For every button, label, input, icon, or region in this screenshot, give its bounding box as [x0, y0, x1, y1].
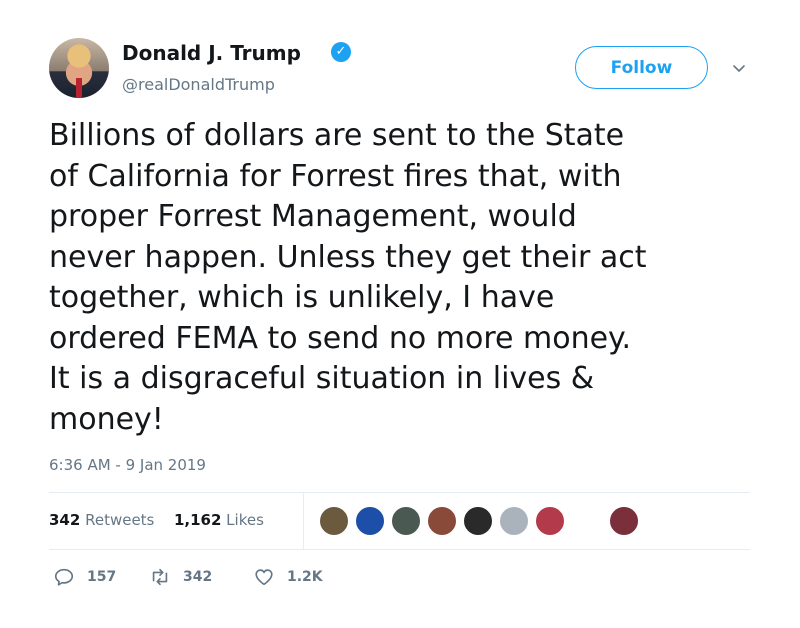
liker-avatar[interactable] — [426, 505, 458, 537]
retweet-icon — [152, 568, 168, 586]
author-avatar[interactable] — [49, 38, 109, 98]
like-action[interactable]: 1.2K — [253, 566, 323, 588]
engagement-stats: 342 Retweets 1,162 Likes — [49, 511, 264, 529]
liker-avatar[interactable] — [462, 505, 494, 537]
divider — [49, 492, 750, 493]
author-handle[interactable]: @realDonaldTrump — [122, 75, 275, 94]
reply-icon — [54, 568, 74, 586]
stats-separator — [303, 492, 304, 549]
verified-badge-icon: ✓ — [331, 42, 351, 62]
chevron-down-icon[interactable] — [731, 60, 747, 76]
reply-action[interactable]: 157 — [53, 566, 116, 588]
heart-icon — [255, 569, 273, 586]
tweet-timestamp[interactable]: 6:36 AM - 9 Jan 2019 — [49, 456, 206, 474]
liker-avatar[interactable] — [318, 505, 350, 537]
retweet-count: 342 — [183, 569, 213, 585]
like-count: 1.2K — [287, 569, 323, 585]
liker-avatar[interactable] — [608, 505, 640, 537]
likes-count[interactable]: 1,162 — [174, 511, 221, 529]
action-bar: 157 342 1.2K — [49, 566, 449, 590]
likes-label[interactable]: Likes — [226, 511, 264, 529]
retweets-label[interactable]: Retweets — [85, 511, 154, 529]
liker-avatar[interactable] — [498, 505, 530, 537]
tweet-card: Donald J. Trump ✓ @realDonaldTrump Follo… — [0, 0, 800, 628]
tweet-text: Billions of dollars are sent to the Stat… — [49, 118, 647, 437]
liker-avatar[interactable] — [354, 505, 386, 537]
liker-avatar[interactable] — [390, 505, 422, 537]
avatar-detail — [76, 78, 82, 98]
author-name[interactable]: Donald J. Trump — [122, 41, 301, 65]
follow-button[interactable]: Follow — [575, 46, 708, 89]
retweet-action[interactable]: 342 — [149, 566, 212, 588]
divider — [49, 549, 750, 550]
retweets-count[interactable]: 342 — [49, 511, 80, 529]
reply-count: 157 — [87, 569, 117, 585]
liker-avatar[interactable] — [534, 505, 566, 537]
